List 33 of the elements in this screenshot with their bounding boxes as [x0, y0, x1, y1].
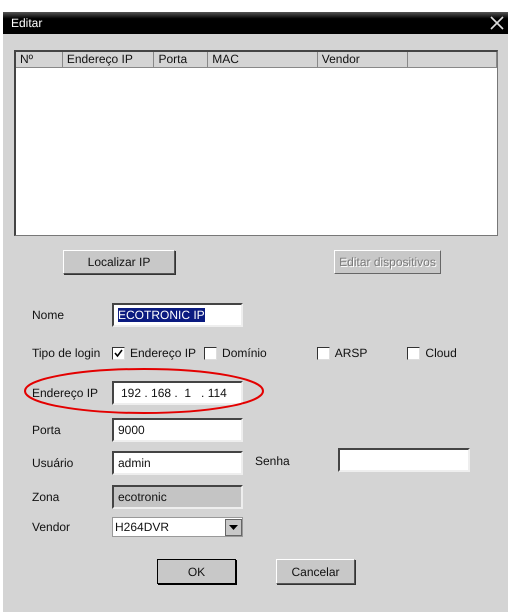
locate-ip-button[interactable]: Localizar IP [63, 250, 175, 274]
text-field[interactable]: admin [112, 451, 243, 475]
column-header[interactable]: Nº [16, 52, 63, 68]
checkbox[interactable] [316, 346, 330, 360]
field-label: Usuário [32, 455, 74, 472]
checkbox-option[interactable]: Endereço IP [112, 344, 196, 362]
window-title: Editar [11, 15, 42, 32]
checkbox-option[interactable]: ARSP [316, 344, 368, 362]
text-field[interactable]: ECOTRONIC IP [112, 303, 243, 327]
field-label: Nome [32, 307, 66, 324]
column-header[interactable]: Porta [154, 52, 208, 68]
ok-button[interactable]: OK [157, 559, 236, 584]
field-label: Tipo de login [32, 345, 102, 362]
column-header[interactable]: Endereço IP [62, 52, 154, 68]
checkbox-option[interactable]: Domínio [204, 344, 267, 362]
close-icon[interactable] [490, 16, 504, 30]
checkbox[interactable] [204, 346, 218, 360]
field-label: Zona [32, 489, 60, 506]
field-label: Vendor [32, 519, 72, 536]
column-header[interactable]: MAC [208, 52, 318, 68]
checkbox[interactable] [112, 346, 125, 360]
checkbox[interactable] [407, 346, 420, 360]
vendor-dropdown[interactable]: H264DVR [112, 517, 243, 537]
password-field[interactable] [338, 448, 470, 472]
text-field[interactable]: 9000 [112, 418, 243, 442]
column-header[interactable]: Vendor [318, 52, 408, 68]
ip-address-field[interactable]: 192 . 168 . 1 . 114 [112, 381, 243, 405]
field-label: Porta [32, 422, 62, 439]
text-field: ecotronic [112, 485, 243, 509]
cancel-button[interactable]: Cancelar [276, 559, 355, 584]
field-label: Endereço IP [32, 385, 100, 402]
checkbox-option[interactable]: Cloud [407, 344, 457, 362]
field-label: Senha [255, 453, 291, 470]
